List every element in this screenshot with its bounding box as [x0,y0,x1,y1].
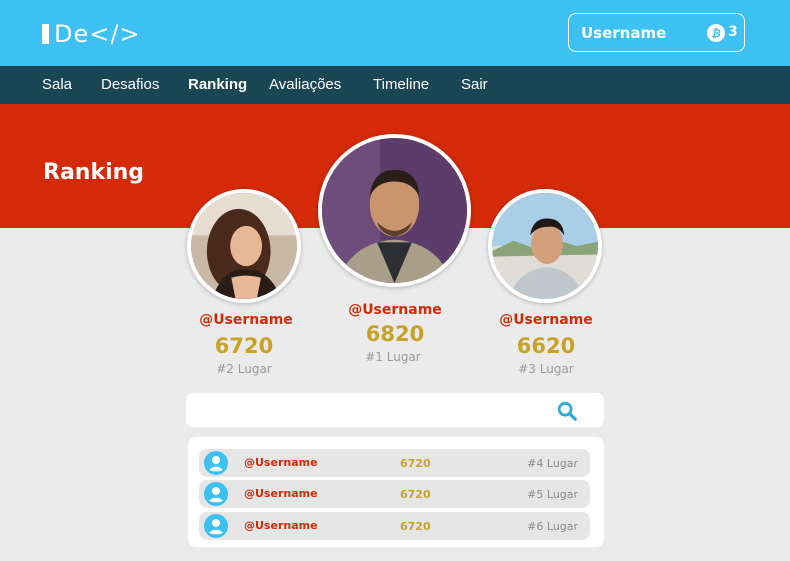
second-place-score: 6720 [214,334,274,358]
row-place: #4 Lugar [527,457,578,470]
nav-item-avaliacoes[interactable]: Avaliações [269,76,341,93]
third-place-score: 6620 [516,334,576,358]
logo-text: De</> [54,20,141,48]
row-score: 6720 [400,488,431,501]
user-avatar-icon [204,482,228,506]
page-title: Ranking [43,160,145,185]
second-place-avatar[interactable] [187,189,301,303]
logo-icon [42,24,49,44]
row-username[interactable]: @Username [244,456,318,469]
coin-count: 3 [728,24,738,40]
nav-item-sala[interactable]: Sala [42,76,72,93]
third-place-label: #3 Lugar [518,362,574,376]
user-photo-icon [191,193,297,299]
logo[interactable]: De</> [42,22,141,46]
nav-item-ranking[interactable]: Ranking [188,76,247,93]
user-photo-icon [322,138,467,283]
second-place-username[interactable]: @Username [176,312,316,328]
row-username[interactable]: @Username [244,487,318,500]
first-place-label: #1 Lugar [365,350,421,364]
table-row[interactable]: @Username 6720 #4 Lugar [199,449,590,477]
user-avatar-icon [204,451,228,475]
second-place-label: #2 Lugar [216,362,272,376]
row-place: #6 Lugar [527,520,578,533]
top-bar: De</> Username ₿ 3 [0,0,790,66]
first-place-score: 6820 [365,322,425,346]
coin-icon: ₿ [707,24,725,42]
row-score: 6720 [400,457,431,470]
third-place-username[interactable]: @Username [476,312,616,328]
nav-item-timeline[interactable]: Timeline [373,76,429,93]
table-row[interactable]: @Username 6720 #5 Lugar [199,480,590,508]
row-place: #5 Lugar [527,488,578,501]
first-place-username[interactable]: @Username [325,302,465,318]
first-place-avatar[interactable] [318,134,471,287]
third-place-avatar[interactable] [488,189,602,303]
row-score: 6720 [400,520,431,533]
user-avatar-icon [204,514,228,538]
nav-item-desafios[interactable]: Desafios [101,76,159,93]
user-account-button[interactable]: Username ₿ 3 [568,13,745,52]
user-photo-icon [492,193,598,299]
main-nav: Sala Desafios Ranking Avaliações Timelin… [0,66,790,104]
search-bar [186,393,604,427]
search-input[interactable] [196,399,536,421]
row-username[interactable]: @Username [244,519,318,532]
nav-item-sair[interactable]: Sair [461,76,488,93]
table-row[interactable]: @Username 6720 #6 Lugar [199,512,590,540]
search-icon[interactable] [556,400,578,422]
username-label: Username [581,23,667,42]
